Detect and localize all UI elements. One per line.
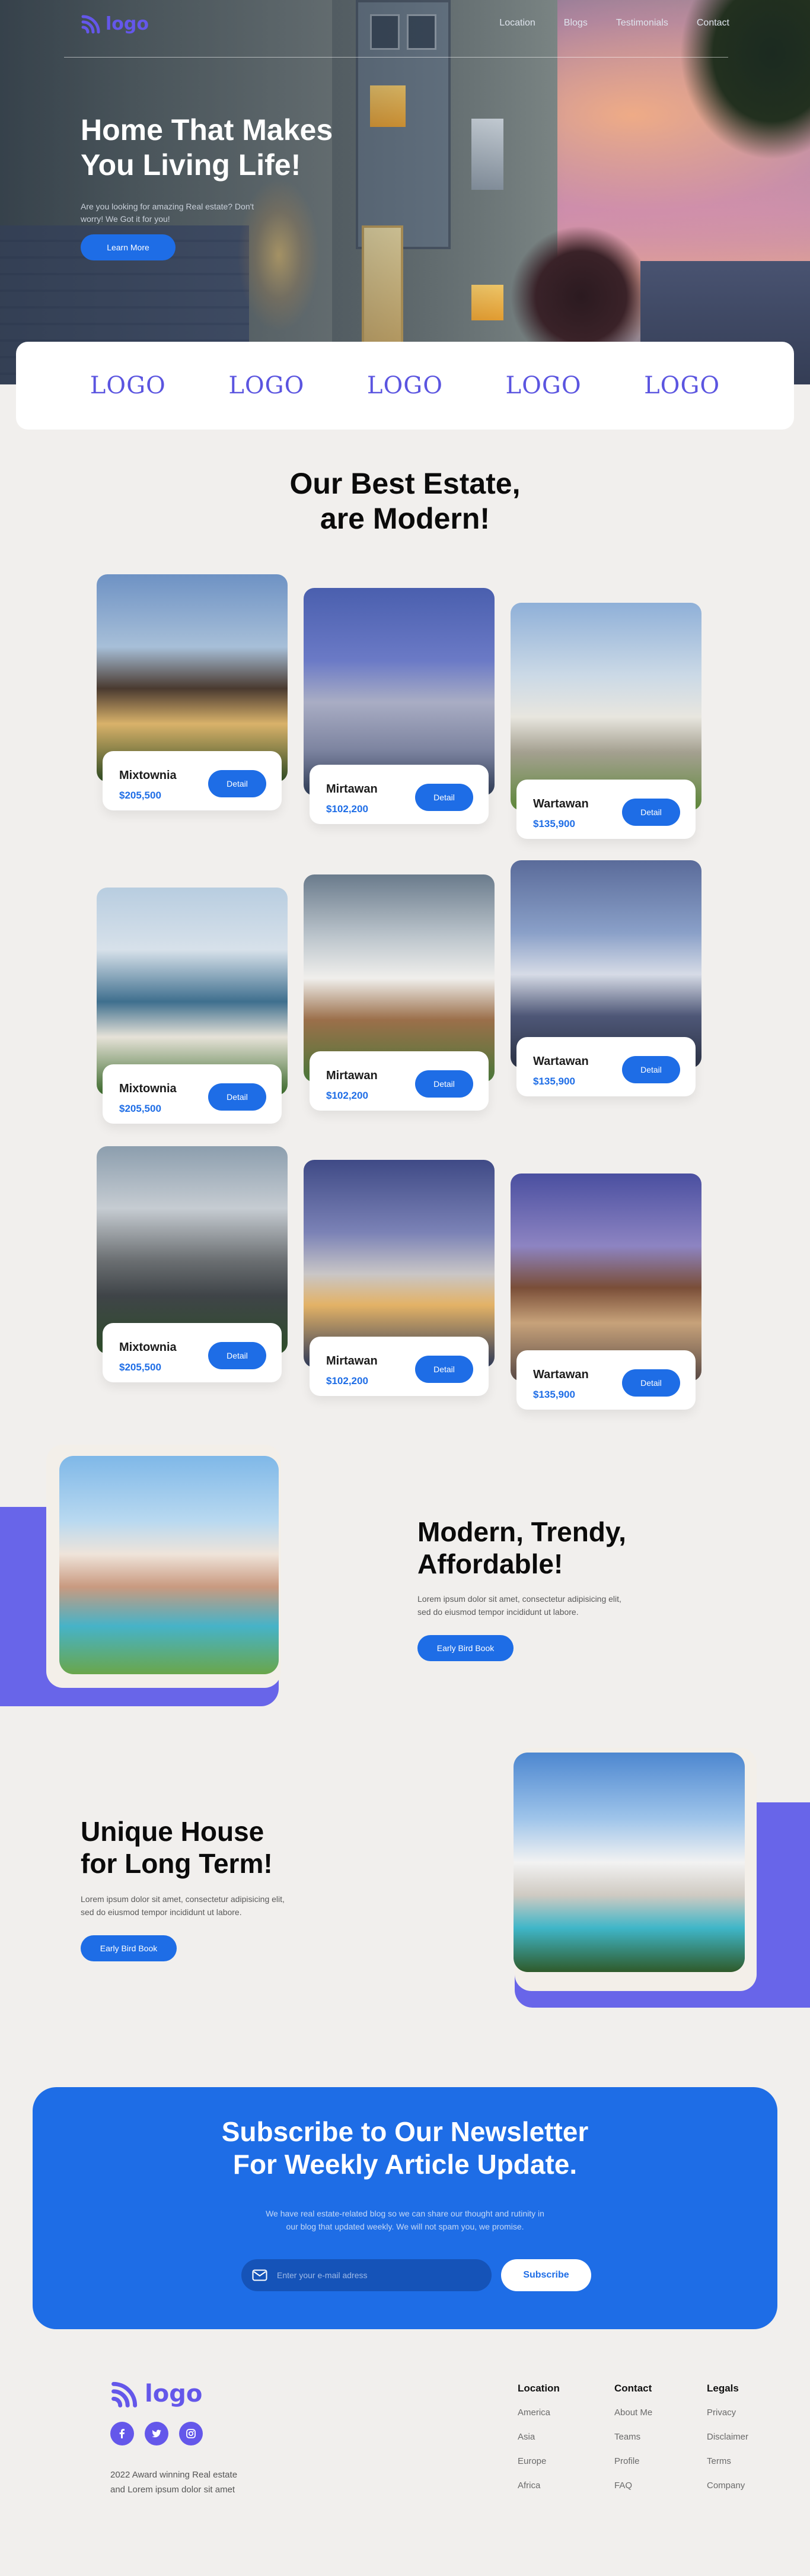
nav-link-contact[interactable]: Contact [697, 18, 729, 28]
footer-column-title: Contact [614, 2383, 652, 2394]
footer-link[interactable]: Profile [614, 2456, 652, 2466]
estates-title: Our Best Estate, are Modern! [0, 466, 810, 536]
footer-link[interactable]: FAQ [614, 2480, 652, 2491]
partner-logo: LOGO [366, 372, 444, 399]
nav-link-testimonials[interactable]: Testimonials [616, 18, 668, 28]
hero-overlay [0, 0, 810, 384]
estate-card-info: Wartawan $135,900 Detail [516, 780, 696, 839]
estates-title-line1: Our Best Estate, [289, 467, 521, 500]
logo-text: logo [106, 13, 149, 34]
subscribe-button[interactable]: Subscribe [501, 2259, 591, 2291]
footer-link[interactable]: Europe [518, 2456, 560, 2466]
early-bird-book-button[interactable]: Early Bird Book [81, 1935, 177, 1961]
footer-description-line2: and Lorem ipsum dolor sit amet [110, 2484, 235, 2495]
mail-icon [252, 2269, 267, 2281]
learn-more-button[interactable]: Learn More [81, 234, 176, 260]
footer-column-location: Location America Asia Europe Africa [518, 2383, 560, 2505]
estate-detail-button[interactable]: Detail [415, 784, 473, 811]
estate-detail-button[interactable]: Detail [622, 1056, 680, 1083]
hero-section: logo Location Blogs Testimonials Contact… [0, 0, 810, 384]
logo-icon [81, 15, 100, 34]
hero-title: Home That Makes You Living Life! [81, 113, 333, 182]
estate-detail-button[interactable]: Detail [415, 1356, 473, 1383]
footer-logo[interactable]: logo [110, 2379, 202, 2409]
footer-link[interactable]: Africa [518, 2480, 560, 2491]
email-input[interactable] [277, 2270, 467, 2280]
feature-house-image [514, 1753, 745, 1972]
footer-link[interactable]: Asia [518, 2432, 560, 2442]
feature1-text: Lorem ipsum dolor sit amet, consectetur … [417, 1592, 667, 1619]
feature2-text-line2: sed do eiusmod tempor incididunt ut labo… [81, 1907, 242, 1917]
feature1-text-line2: sed do eiusmod tempor incididunt ut labo… [417, 1607, 579, 1617]
footer-link[interactable]: America [518, 2408, 560, 2418]
footer-link[interactable]: Disclaimer [707, 2432, 748, 2442]
estate-detail-button[interactable]: Detail [415, 1070, 473, 1098]
facebook-icon[interactable] [110, 2422, 134, 2445]
footer-link[interactable]: Teams [614, 2432, 652, 2442]
estate-card-info: Mixtownia $205,500 Detail [103, 1323, 282, 1382]
footer-link[interactable]: About Me [614, 2408, 652, 2418]
estate-detail-button[interactable]: Detail [622, 1369, 680, 1397]
feature2-text-line1: Lorem ipsum dolor sit amet, consectetur … [81, 1894, 285, 1904]
partner-logo: LOGO [90, 372, 166, 399]
nav-logo[interactable]: logo [81, 13, 149, 34]
top-nav: Location Blogs Testimonials Contact [499, 18, 729, 28]
social-links [110, 2422, 203, 2445]
email-field-wrapper [241, 2259, 492, 2291]
twitter-icon[interactable] [145, 2422, 168, 2445]
estate-detail-button[interactable]: Detail [208, 1083, 266, 1111]
footer-column-title: Legals [707, 2383, 739, 2394]
feature2-title-line2: for Long Term! [81, 1848, 273, 1879]
footer-link[interactable]: Terms [707, 2456, 748, 2466]
partner-logo: LOGO [505, 372, 582, 399]
hero-subtitle: Are you looking for amazing Real estate?… [81, 202, 254, 224]
newsletter-text-line2: our blog that updated weekly. We will no… [286, 2222, 524, 2232]
feature1-title-line1: Modern, Trendy, [417, 1516, 626, 1547]
feature2-title-line1: Unique House [81, 1816, 264, 1847]
feature2-text: Lorem ipsum dolor sit amet, consectetur … [81, 1893, 330, 1919]
newsletter-title: Subscribe to Our Newsletter For Weekly A… [33, 2116, 777, 2181]
estate-detail-button[interactable]: Detail [622, 799, 680, 826]
partner-logo: LOGO [228, 372, 305, 399]
feature1-text-line1: Lorem ipsum dolor sit amet, consectetur … [417, 1594, 621, 1604]
early-bird-book-button[interactable]: Early Bird Book [417, 1635, 514, 1661]
estate-card-info: Mirtawan $102,200 Detail [310, 1051, 489, 1111]
nav-link-location[interactable]: Location [499, 18, 535, 28]
newsletter-section: Subscribe to Our Newsletter For Weekly A… [33, 2087, 777, 2329]
newsletter-title-line1: Subscribe to Our Newsletter [221, 2116, 589, 2147]
footer-link[interactable]: Company [707, 2480, 748, 2491]
footer-column-title: Location [518, 2383, 560, 2394]
feature1-title-line2: Affordable! [417, 1548, 563, 1580]
estate-card-info: Wartawan $135,900 Detail [516, 1037, 696, 1096]
estate-card-info: Mirtawan $102,200 Detail [310, 765, 489, 824]
feature1-title: Modern, Trendy, Affordable! [417, 1516, 667, 1580]
nav-link-blogs[interactable]: Blogs [564, 18, 588, 28]
footer-column-legals: Legals Privacy Disclaimer Terms Company [707, 2383, 748, 2505]
instagram-icon[interactable] [179, 2422, 203, 2445]
footer-description-line1: 2022 Award winning Real estate [110, 2470, 238, 2480]
logo-icon [111, 2381, 138, 2408]
footer-link[interactable]: Privacy [707, 2408, 748, 2418]
newsletter-title-line2: For Weekly Article Update. [232, 2149, 578, 2180]
estate-detail-button[interactable]: Detail [208, 1342, 266, 1369]
footer-logo-text: logo [145, 2380, 203, 2408]
estates-title-line2: are Modern! [320, 502, 490, 535]
partner-logo-strip: LOGO LOGO LOGO LOGO LOGO [16, 342, 794, 430]
estate-card-info: Mixtownia $205,500 Detail [103, 751, 282, 810]
estate-detail-button[interactable]: Detail [208, 770, 266, 797]
estate-card-info: Wartawan $135,900 Detail [516, 1350, 696, 1410]
footer-description: 2022 Award winning Real estate and Lorem… [110, 2468, 264, 2498]
feature-house-image [59, 1456, 279, 1674]
nav-divider [64, 57, 728, 58]
newsletter-text-line1: We have real estate-related blog so we c… [266, 2209, 544, 2218]
feature2-title: Unique House for Long Term! [81, 1815, 330, 1880]
estate-card-info: Mixtownia $205,500 Detail [103, 1064, 282, 1124]
estate-card-info: Mirtawan $102,200 Detail [310, 1337, 489, 1396]
footer-column-contact: Contact About Me Teams Profile FAQ [614, 2383, 652, 2505]
partner-logo: LOGO [644, 372, 720, 399]
newsletter-text: We have real estate-related blog so we c… [257, 2207, 553, 2234]
